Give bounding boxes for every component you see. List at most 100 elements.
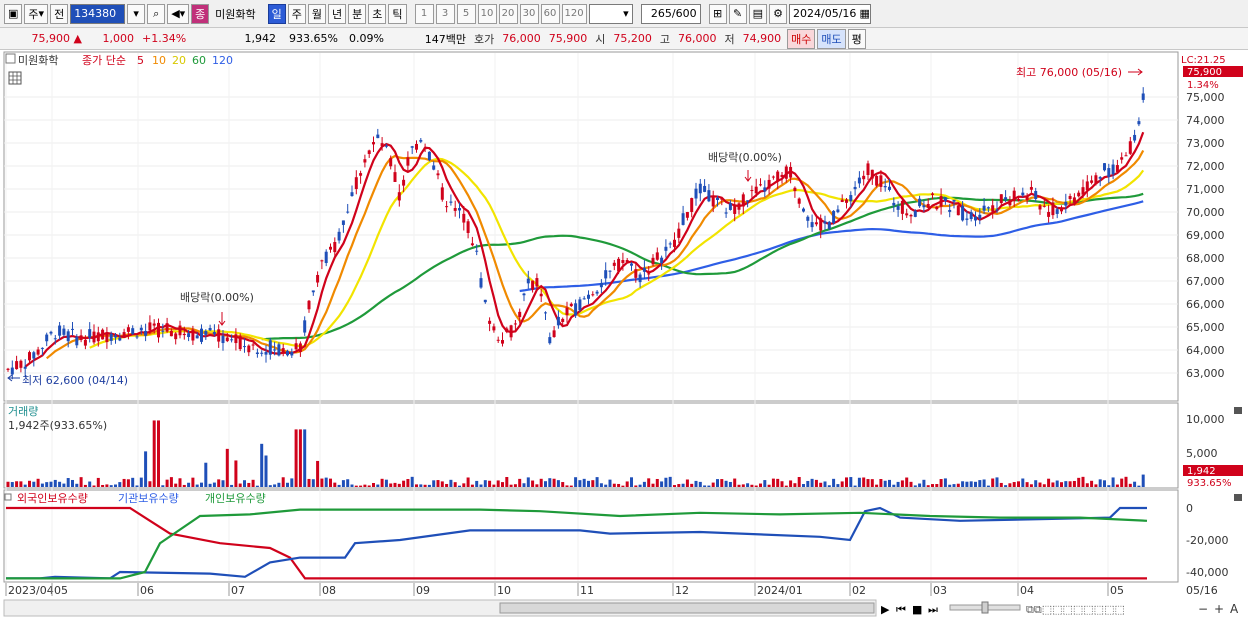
scroll-start-icon[interactable]: ⏮ [896, 603, 906, 616]
bottom-tool-icons[interactable]: ⧉⧉⬚⬚⬚⬚⬚⬚⬚⬚ [1026, 603, 1125, 616]
dropdown-icon[interactable]: ▾ [127, 3, 146, 24]
count-input[interactable]: 265/600 [640, 3, 701, 24]
candle-body [802, 208, 805, 212]
sell-button[interactable]: 매도 [817, 28, 846, 49]
period-week[interactable]: 주 [287, 3, 306, 24]
volume-bar [1068, 481, 1072, 487]
x-axis-label: 04 [1020, 584, 1034, 597]
volume-bar [96, 477, 100, 487]
period-second[interactable]: 초 [368, 3, 387, 24]
period-year[interactable]: 년 [328, 3, 347, 24]
prev-button[interactable]: 전 [50, 3, 69, 24]
volume-bar [956, 483, 960, 487]
zoom-out-icon[interactable]: − [1198, 602, 1208, 616]
tick-option-5[interactable]: 5 [456, 3, 476, 24]
holdings-pane-close-icon[interactable] [1234, 494, 1242, 501]
candle-body [1103, 163, 1106, 171]
candle-body [896, 206, 900, 210]
candle-body [28, 352, 31, 361]
buy-button[interactable]: 매수 [787, 28, 816, 49]
candle-body [445, 206, 449, 208]
stock-info-icon[interactable]: 종 [191, 3, 210, 24]
candle-body [630, 263, 633, 266]
price-pane[interactable] [3, 51, 1179, 402]
volume-pane-close-icon[interactable] [1234, 407, 1242, 414]
candle-body [905, 213, 909, 216]
volume-bar [6, 481, 10, 487]
tick-option-20[interactable]: 20 [498, 3, 518, 24]
scroll-right-icon[interactable]: ▶ [881, 603, 890, 616]
search-icon[interactable]: ⌕ [147, 3, 166, 24]
date-input[interactable]: 2024/05/16 ▦ [789, 3, 872, 24]
candle-body [617, 258, 621, 272]
calendar-icon[interactable]: ▦ [859, 7, 869, 20]
zoom-slider-handle[interactable] [981, 601, 989, 614]
sound-icon[interactable]: ◀▾ [167, 3, 190, 24]
table-icon[interactable] [8, 71, 22, 85]
last-price-tag-text: 75,900 [1187, 67, 1222, 78]
period-minute[interactable]: 분 [348, 3, 367, 24]
eval-button[interactable]: 평 [847, 28, 866, 49]
candle-body [935, 206, 939, 210]
pane-menu-icon[interactable] [5, 53, 16, 64]
volume-bar [690, 483, 694, 487]
gear-icon[interactable]: ⚙ [769, 3, 788, 24]
stop-icon[interactable]: ■ [912, 603, 922, 616]
tick-custom-select[interactable]: ▾ [588, 3, 633, 24]
volume-bar [711, 482, 715, 487]
candle-body [561, 318, 565, 322]
volume-bar [793, 483, 797, 487]
candle-body [1029, 187, 1033, 190]
tick-option-30[interactable]: 30 [519, 3, 539, 24]
candle-body [974, 216, 977, 221]
volume-bar [870, 479, 874, 487]
volume-bar [845, 477, 848, 487]
market-select[interactable]: 주 ▾ [24, 3, 49, 24]
tick-option-120[interactable]: 120 [561, 3, 587, 24]
period-month[interactable]: 월 [307, 3, 327, 24]
candle-body [161, 330, 165, 332]
candle-body [410, 146, 414, 148]
candle-body [152, 323, 156, 326]
trade-value: 147백만 [424, 32, 466, 46]
tick-option-10[interactable]: 10 [477, 3, 497, 24]
candle-body [367, 150, 371, 154]
candle-body [36, 349, 40, 355]
window-icon[interactable]: ▣ [4, 3, 23, 24]
volume-bar [350, 484, 354, 487]
candle-body [402, 179, 406, 186]
draw-icon[interactable]: ✎ [728, 3, 747, 24]
chart-tools-icon[interactable]: ⊞ [708, 3, 727, 24]
chart-svg[interactable]: 미원화학 종가 단순 5 10 20 60 120 최고 76,000 (05/… [0, 50, 1248, 621]
price-tick-label: 68,000 [1186, 252, 1225, 265]
volume-bar [655, 478, 659, 487]
period-tick[interactable]: 틱 [388, 3, 407, 24]
chart-area[interactable]: 미원화학 종가 단순 5 10 20 60 120 최고 76,000 (05/… [0, 50, 1248, 621]
save-icon[interactable]: ▤ [748, 3, 768, 24]
candle-body [789, 166, 793, 178]
volume-bar [513, 484, 517, 487]
candle-body [505, 328, 509, 333]
x-axis-label: 11 [580, 584, 594, 597]
tick-option-3[interactable]: 3 [435, 3, 455, 24]
ask-label: 호가 [474, 32, 495, 46]
volume-bar [526, 477, 530, 487]
scroll-end-icon[interactable]: ⏭ [928, 603, 938, 616]
candle-body [827, 221, 831, 229]
candle-body [1068, 196, 1072, 199]
low-annotation: 최저 62,600 (04/14) [22, 374, 128, 387]
zoom-in-icon[interactable]: + [1214, 602, 1224, 616]
volume-bar [591, 480, 595, 487]
font-size-icon[interactable]: A [1230, 602, 1239, 616]
volume-pane[interactable] [3, 402, 1179, 489]
tick-option-60[interactable]: 60 [540, 3, 560, 24]
stock-code-input[interactable]: 134380 [70, 3, 126, 24]
tick-option-1[interactable]: 1 [414, 3, 434, 24]
volume-bar [1081, 476, 1085, 487]
period-day[interactable]: 일 [267, 3, 286, 24]
candle-body [982, 205, 986, 211]
volume-bar [204, 462, 208, 487]
candle-body [496, 339, 500, 341]
scrollbar-thumb[interactable] [499, 602, 875, 614]
candle-body [698, 183, 702, 194]
